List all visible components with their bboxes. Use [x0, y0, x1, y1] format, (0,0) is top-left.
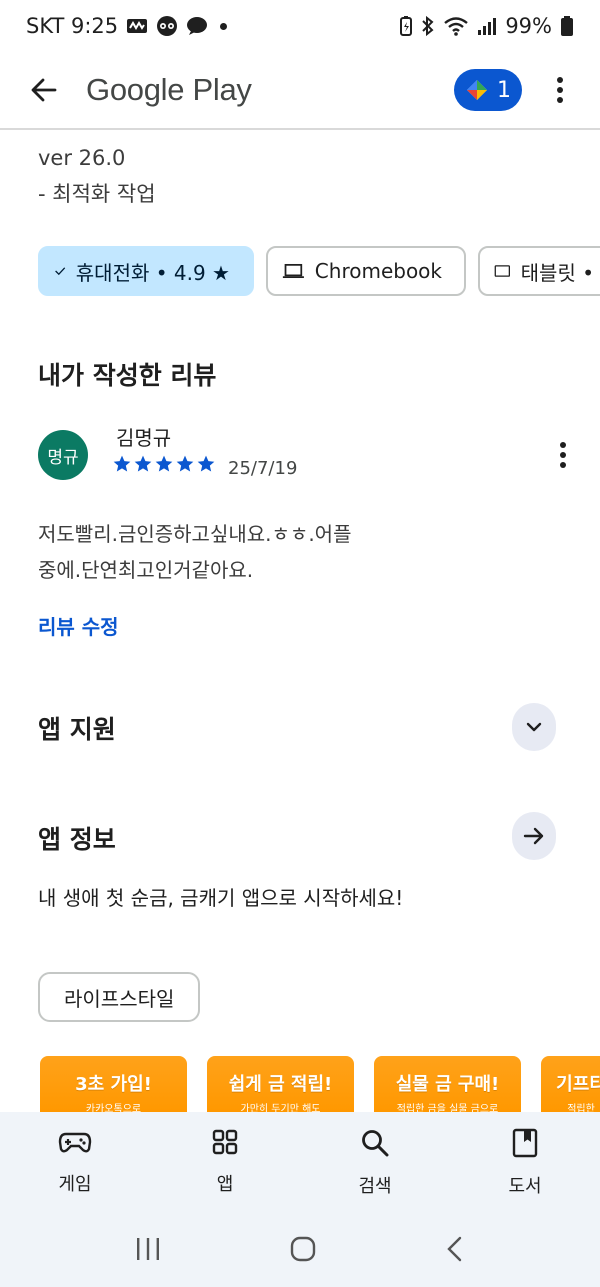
wifi-icon — [444, 17, 469, 36]
book-icon — [512, 1128, 538, 1158]
app-info-open-button[interactable] — [512, 812, 556, 860]
nav-games[interactable]: 게임 — [0, 1112, 150, 1214]
review-body: 저도빨리.금인증하고싶내요.ㅎㅎ.어플중에.단연최고인거같아요. — [38, 522, 352, 582]
recents-button[interactable] — [134, 1236, 162, 1266]
home-button[interactable] — [289, 1235, 317, 1267]
chip-tablet[interactable]: 태블릿 • — [478, 246, 600, 296]
edit-review-link[interactable]: 리뷰 수정 — [38, 611, 119, 640]
apps-grid-icon — [212, 1129, 238, 1155]
chip-phone[interactable]: 휴대전화 • 4.9 ★ — [38, 246, 254, 296]
screenshot-title: 쉽게 금 적립! — [228, 1074, 333, 1095]
recents-icon — [136, 1237, 159, 1260]
check-icon — [55, 267, 66, 276]
nav-apps-label: 앱 — [216, 1174, 234, 1195]
play-points-count: 1 — [497, 77, 511, 103]
overflow-menu-button[interactable] — [536, 60, 584, 120]
star-icon — [197, 455, 215, 472]
screenshot-card[interactable]: 쉽게 금 적립! 가만히 두기만 해도 — [207, 1056, 354, 1115]
star-icon — [176, 455, 194, 472]
status-bar: SKT 9:25 99% — [0, 0, 600, 52]
more-notifications-dot — [220, 22, 228, 30]
whats-new-text: ver 26.0 - 최적화 작업 — [38, 140, 156, 212]
back-button[interactable] — [14, 60, 74, 120]
device-filter-chips: 휴대전화 • 4.9 ★ Chromebook 태블릿 • — [38, 246, 600, 296]
bluetooth-icon — [422, 15, 434, 37]
nav-books-label: 도서 — [508, 1176, 542, 1197]
signal-icon — [478, 18, 497, 35]
system-navigation-bar — [0, 1214, 600, 1287]
nav-search-label: 검색 — [358, 1176, 392, 1197]
search-icon — [362, 1130, 389, 1157]
laptop-icon — [282, 263, 304, 279]
nav-books[interactable]: 도서 — [450, 1112, 600, 1214]
battery-percent: 99% — [505, 14, 552, 38]
play-points-gem-icon — [467, 80, 487, 100]
review-header: 명규 김명규 25/7/19 — [38, 420, 578, 500]
screenshot-title: 3초 가입! — [75, 1074, 152, 1095]
chip-chromebook-label: Chromebook — [314, 259, 442, 283]
top-app-bar: Google Play 1 — [0, 52, 600, 130]
nav-games-label: 게임 — [58, 1174, 92, 1195]
screenshot-card[interactable]: 기프티 적립한 — [541, 1056, 600, 1115]
app-info-heading[interactable]: 앱 정보 — [38, 820, 116, 856]
star-icon — [113, 455, 131, 472]
star-rating — [112, 454, 216, 474]
play-points-button[interactable]: 1 — [454, 69, 522, 111]
more-vert-icon — [557, 77, 563, 103]
nav-search[interactable]: 검색 — [300, 1112, 450, 1214]
version-line: ver 26.0 — [38, 146, 126, 170]
star-icon — [155, 455, 173, 472]
screenshot-card[interactable]: 실물 금 구매! 적립한 금을 실물 금으로 — [374, 1056, 521, 1115]
battery-saver-icon — [400, 16, 413, 36]
home-icon — [290, 1236, 316, 1261]
chip-chromebook[interactable]: Chromebook — [266, 246, 466, 296]
back-nav-button[interactable] — [444, 1235, 466, 1267]
screenshot-title: 기프티 — [556, 1074, 600, 1095]
update-note-line: - 최적화 작업 — [38, 182, 156, 206]
app-bar-title: Google Play — [86, 72, 252, 107]
notification-app-icon — [127, 19, 148, 33]
app-support-expand-button[interactable] — [512, 703, 556, 751]
review-date: 25/7/19 — [228, 458, 298, 479]
screenshot-carousel[interactable]: 3초 가입! 카카오톡으로 쉽게 금 적립! 가만히 두기만 해도 실물 금 구… — [40, 1056, 600, 1115]
arrow-forward-icon — [523, 827, 544, 845]
screenshot-title: 실물 금 구매! — [395, 1074, 500, 1095]
my-review-heading: 내가 작성한 리뷰 — [38, 361, 217, 390]
reviewer-name: 김명규 — [116, 426, 172, 450]
avatar: 명규 — [38, 430, 88, 480]
screenshot-card[interactable]: 3초 가입! 카카오톡으로 — [40, 1056, 187, 1115]
chevron-down-icon — [526, 722, 542, 732]
bottom-navigation: 게임 앱 검색 도서 — [0, 1112, 600, 1214]
gamepad-icon — [58, 1132, 92, 1153]
tablet-icon — [494, 265, 511, 277]
chip-phone-label: 휴대전화 • 4.9 ★ — [75, 260, 230, 285]
back-chevron-icon — [447, 1236, 462, 1261]
app-support-heading[interactable]: 앱 지원 — [38, 710, 116, 746]
review-options-button[interactable] — [548, 440, 578, 470]
chip-tablet-label: 태블릿 • — [520, 260, 594, 285]
notification-chat-icon — [187, 17, 208, 35]
battery-icon — [561, 16, 573, 36]
app-description: 내 생애 첫 순금, 금캐기 앱으로 시작하세요! — [38, 886, 404, 910]
notification-owl-icon — [157, 16, 178, 36]
nav-apps[interactable]: 앱 — [150, 1112, 300, 1214]
status-time: SKT 9:25 — [26, 14, 119, 38]
more-vert-icon — [560, 442, 566, 468]
star-icon — [134, 455, 152, 472]
category-chip[interactable]: 라이프스타일 — [38, 972, 201, 1022]
arrow-back-icon — [31, 78, 57, 102]
